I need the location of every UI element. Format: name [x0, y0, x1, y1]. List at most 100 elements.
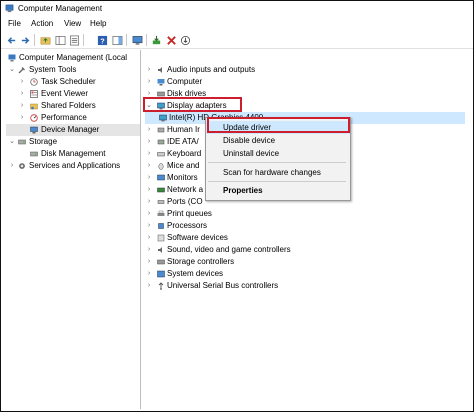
chevron-right-icon[interactable]: › — [145, 136, 153, 148]
device-label: Software devices — [167, 233, 228, 242]
menu-action[interactable]: Action — [31, 19, 53, 28]
device-category-computer[interactable]: › Computer — [145, 76, 465, 88]
tree-label: Device Manager — [41, 125, 100, 134]
chevron-right-icon[interactable]: › — [145, 256, 153, 268]
device-category-ide[interactable]: › IDE ATA/ — [145, 136, 205, 148]
chevron-right-icon[interactable]: › — [145, 124, 153, 136]
menu-item-disable-device[interactable]: Disable device — [206, 134, 350, 147]
chevron-right-icon[interactable]: › — [18, 112, 26, 124]
computer-icon[interactable] — [131, 34, 143, 46]
tree-root-computer-management[interactable]: Computer Management (Local — [6, 52, 140, 64]
menu-view[interactable]: View — [64, 19, 81, 28]
device-label: Computer — [167, 77, 203, 86]
menu-item-properties[interactable]: Properties — [206, 184, 350, 197]
device-category-monitors[interactable]: › Monitors — [145, 172, 205, 184]
forward-arrow-icon[interactable] — [19, 34, 31, 46]
tree-label: Performance — [41, 113, 87, 122]
chevron-right-icon[interactable]: › — [145, 184, 153, 196]
tree-item-system-tools[interactable]: ⌄ System Tools — [6, 64, 140, 76]
device-category-system-devices[interactable]: › System devices — [145, 268, 465, 280]
scan-hardware-icon[interactable] — [179, 34, 191, 46]
chevron-down-icon[interactable]: ⌄ — [8, 136, 16, 148]
device-category-ports[interactable]: › Ports (CO — [145, 196, 205, 208]
tree-item-device-manager[interactable]: Device Manager — [6, 124, 140, 136]
device-category-keyboards[interactable]: › Keyboard — [145, 148, 205, 160]
show-hide-tree-icon[interactable] — [54, 34, 66, 46]
tree-label: Services and Applications — [29, 161, 121, 170]
tree-item-event-viewer[interactable]: › Event Viewer — [6, 88, 140, 100]
up-folder-icon[interactable] — [39, 34, 51, 46]
chevron-right-icon[interactable]: › — [145, 280, 153, 292]
device-category-network[interactable]: › Network a — [145, 184, 205, 196]
tree-label: Storage — [29, 137, 58, 146]
device-label: Universal Serial Bus controllers — [167, 281, 279, 290]
chevron-right-icon[interactable]: › — [145, 160, 153, 172]
device-label: Keyboard — [167, 149, 202, 158]
chevron-right-icon[interactable]: › — [145, 76, 153, 88]
device-category-storage-controllers[interactable]: › Storage controllers — [145, 256, 465, 268]
device-category-human-interface[interactable]: › Human Ir — [145, 124, 205, 136]
device-label: Mice and — [167, 161, 200, 170]
title-bar: Computer Management — [1, 1, 473, 16]
tree-label: Shared Folders — [41, 101, 96, 110]
help-icon[interactable]: ? — [96, 34, 108, 46]
chevron-right-icon[interactable]: › — [145, 232, 153, 244]
storage-controller-icon — [157, 259, 165, 265]
menu-item-label: Uninstall device — [223, 149, 280, 158]
menu-item-uninstall-device[interactable]: Uninstall device — [206, 147, 350, 160]
chevron-right-icon[interactable]: › — [145, 148, 153, 160]
tree-label: Disk Management — [41, 149, 106, 158]
menu-file[interactable]: File — [8, 19, 21, 28]
chevron-right-icon[interactable]: › — [145, 64, 153, 76]
update-driver-icon[interactable] — [150, 34, 162, 46]
tree-item-storage[interactable]: ⌄ Storage — [6, 136, 140, 148]
chevron-right-icon[interactable]: › — [18, 100, 26, 112]
software-device-icon — [157, 234, 165, 242]
properties-icon[interactable] — [68, 34, 80, 46]
tree-label: Event Viewer — [41, 89, 88, 98]
computer-management-icon — [8, 54, 16, 62]
chevron-right-icon[interactable]: › — [145, 172, 153, 184]
chevron-down-icon[interactable]: ⌄ — [8, 64, 16, 76]
toolbar-separator — [34, 34, 35, 46]
network-adapter-icon — [157, 187, 165, 193]
device-category-processors[interactable]: › Processors — [145, 220, 465, 232]
toolbar-separator — [83, 34, 84, 46]
system-tools-icon — [18, 67, 25, 74]
chevron-right-icon[interactable]: › — [145, 268, 153, 280]
chevron-right-icon[interactable]: › — [145, 196, 153, 208]
chevron-right-icon[interactable]: › — [18, 76, 26, 88]
chevron-right-icon[interactable]: › — [8, 160, 16, 172]
device-category-usb[interactable]: › Universal Serial Bus controllers — [145, 280, 465, 292]
device-category-sound[interactable]: › Sound, video and game controllers — [145, 244, 465, 256]
device-category-mice[interactable]: › Mice and — [145, 160, 205, 172]
event-viewer-icon — [30, 90, 38, 98]
services-icon — [19, 163, 25, 169]
device-label: Monitors — [167, 173, 198, 182]
shared-folder-icon — [30, 103, 38, 110]
device-manager-icon — [30, 126, 38, 134]
window-title: Computer Management — [18, 4, 103, 13]
device-category-print-queues[interactable]: › Print queues — [145, 208, 465, 220]
menu-item-scan-hardware[interactable]: Scan for hardware changes — [206, 166, 350, 179]
device-label: Storage controllers — [167, 257, 235, 266]
chevron-right-icon[interactable]: › — [145, 244, 153, 256]
back-arrow-icon[interactable] — [5, 34, 17, 46]
uninstall-icon[interactable] — [165, 34, 177, 46]
tree-item-services-and-applications[interactable]: › Services and Applications — [6, 160, 140, 172]
device-category-audio[interactable]: › Audio inputs and outputs — [145, 64, 465, 76]
menu-help[interactable]: Help — [90, 19, 106, 28]
show-hide-action-pane-icon[interactable] — [111, 34, 123, 46]
chevron-right-icon[interactable]: › — [18, 88, 26, 100]
device-category-software-devices[interactable]: › Software devices — [145, 232, 465, 244]
menu-item-label: Scan for hardware changes — [223, 168, 321, 177]
tree-item-task-scheduler[interactable]: › Task Scheduler — [6, 76, 140, 88]
usb-icon — [158, 282, 164, 290]
tree-item-performance[interactable]: › Performance — [6, 112, 140, 124]
tree-item-disk-management[interactable]: Disk Management — [6, 148, 140, 160]
chevron-right-icon[interactable]: › — [145, 220, 153, 232]
tree-item-shared-folders[interactable]: › Shared Folders — [6, 100, 140, 112]
chevron-right-icon[interactable]: › — [145, 208, 153, 220]
speaker-icon — [158, 67, 162, 73]
update-driver-highlight — [207, 117, 350, 133]
